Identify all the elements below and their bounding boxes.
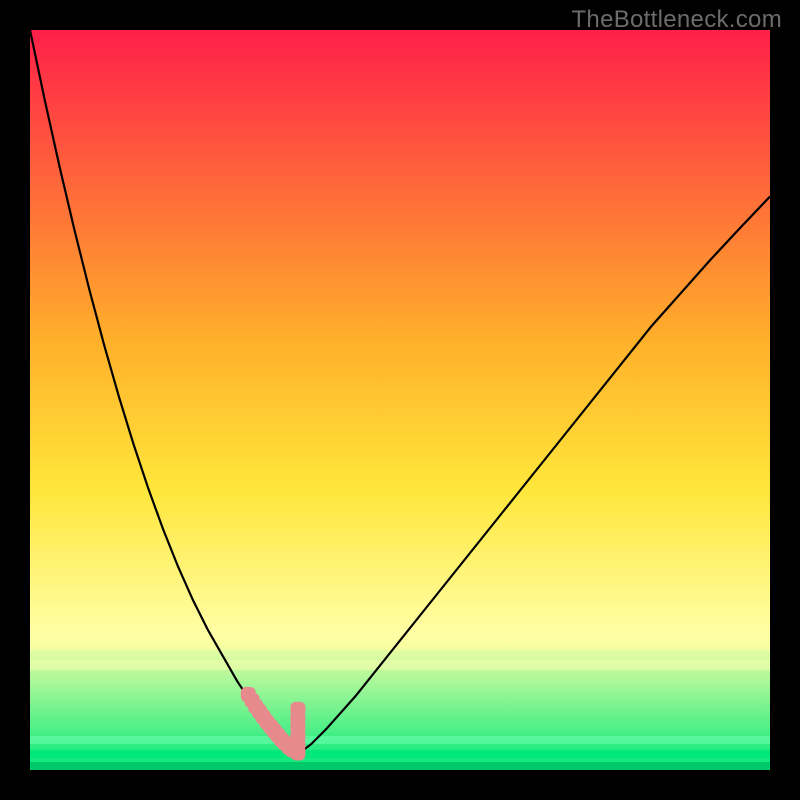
valley-marker: [291, 702, 305, 716]
band-green-3: [30, 762, 770, 770]
band-pale-1: [30, 636, 770, 650]
band-pale-2: [30, 660, 770, 670]
chart-frame: TheBottleneck.com: [0, 0, 800, 800]
watermark-text: TheBottleneck.com: [571, 6, 782, 34]
bottleneck-curve-chart: [30, 30, 770, 770]
band-green-1: [30, 736, 770, 744]
band-green-2: [30, 750, 770, 758]
gradient-background: [30, 30, 770, 770]
plot-area: [30, 30, 770, 770]
